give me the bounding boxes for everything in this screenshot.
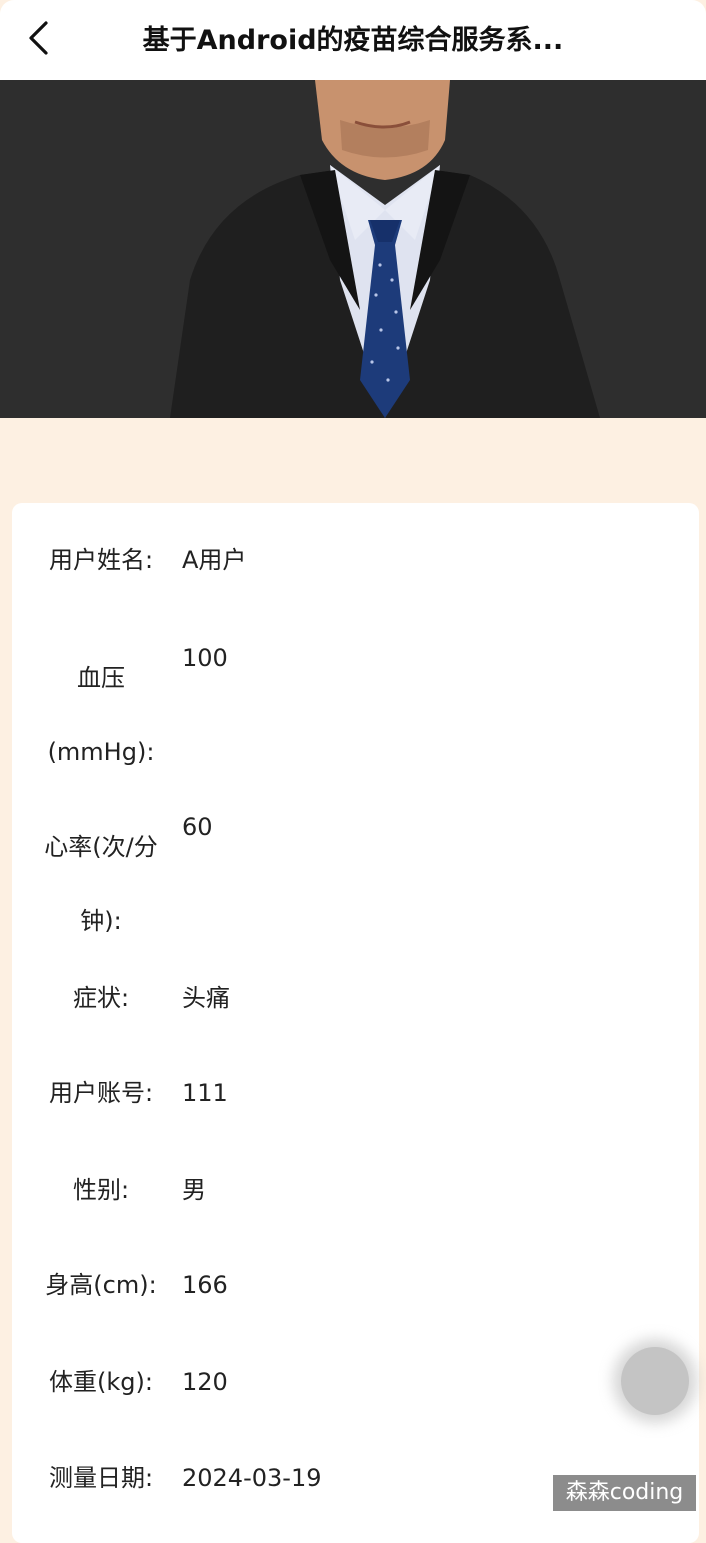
detail-label: 用户姓名: (48, 546, 154, 574)
detail-label: 心率(次/分钟): (44, 833, 158, 935)
detail-label: 测量日期: (48, 1464, 154, 1492)
detail-label: 血压(mmHg): (47, 664, 155, 766)
detail-label: 体重(kg): (49, 1368, 153, 1396)
detail-value: 60 (182, 813, 213, 841)
app-header: 基于Android的疫苗综合服务系... (0, 0, 706, 80)
user-photo (0, 80, 706, 418)
watermark: 森森coding (553, 1475, 696, 1511)
detail-value: A用户 (182, 546, 247, 574)
detail-label: 身高(cm): (45, 1271, 157, 1299)
detail-card: 用户姓名: A用户 血压(mmHg): 100 心率(次/分钟): 60 症状:… (12, 503, 699, 1543)
detail-value: 头痛 (182, 984, 230, 1012)
page-title: 基于Android的疫苗综合服务系... (142, 25, 564, 56)
floating-action-button[interactable] (621, 1347, 689, 1415)
detail-value: 100 (182, 644, 228, 672)
detail-value: 2024-03-19 (182, 1464, 322, 1492)
detail-label: 性别: (72, 1176, 130, 1204)
detail-label: 症状: (72, 984, 130, 1012)
detail-value: 男 (182, 1176, 206, 1204)
back-button[interactable] (18, 18, 58, 58)
detail-value: 111 (182, 1079, 228, 1107)
chevron-left-icon (29, 21, 48, 55)
detail-label: 用户账号: (48, 1079, 154, 1107)
detail-value: 120 (182, 1368, 228, 1396)
detail-value: 166 (182, 1271, 228, 1299)
